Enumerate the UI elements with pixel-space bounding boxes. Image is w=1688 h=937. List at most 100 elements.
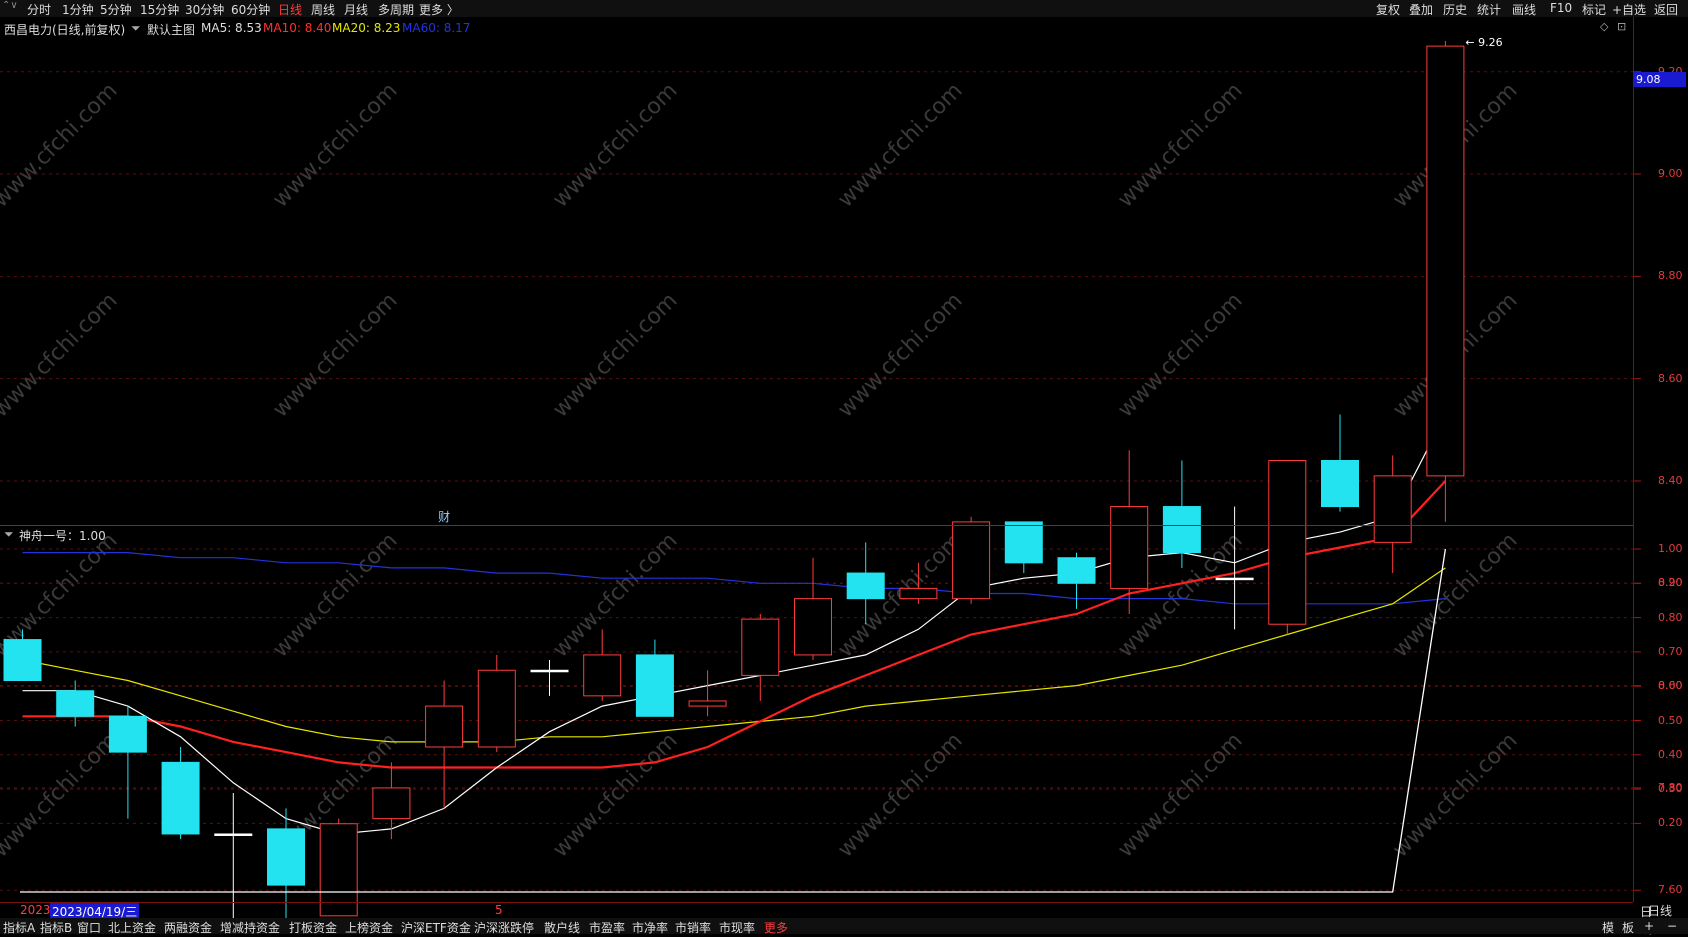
date-bar: 2023 2023/04/19/三 5 日线 — [0, 902, 1652, 936]
period-tab-2[interactable]: 5分钟 — [100, 1, 132, 18]
watermark-text: www.cfchi.com — [0, 288, 123, 422]
candle-body — [1426, 45, 1465, 477]
watermark-text: www.cfchi.com — [0, 78, 123, 212]
indicator-tick-label: 0.40 — [1658, 747, 1683, 761]
mode-board[interactable]: 板 — [1622, 919, 1634, 936]
diamond-icon[interactable]: ◇ — [1600, 20, 1608, 33]
indicator-tab-14[interactable]: 市现率 — [719, 919, 755, 936]
watermark-text: www.cfchi.com — [268, 78, 402, 212]
kline-chart[interactable]: www.cfchi.com www.cfchi.com www.cfchi.com w… — [0, 0, 1688, 934]
tool-button-1[interactable]: 叠加 — [1409, 1, 1433, 18]
tool-button-8[interactable]: 返回 — [1654, 1, 1678, 18]
watermark-text: www.cfchi.com — [1388, 528, 1522, 662]
price-tick-label: 8.40 — [1658, 473, 1683, 487]
candle-body — [1004, 521, 1043, 564]
watermark-text: www.cfchi.com — [548, 288, 682, 422]
window-menu-icon[interactable]: ⌃∨ — [2, 0, 18, 11]
period-tab-3[interactable]: 15分钟 — [140, 1, 179, 18]
period-label-right: 日线 — [1648, 904, 1673, 918]
indicator-tab-1[interactable]: 指标B — [40, 919, 72, 936]
indicator-tab-13[interactable]: 市销率 — [675, 919, 711, 936]
candle-body — [267, 828, 305, 886]
tool-button-7[interactable]: +自选 — [1612, 1, 1646, 18]
period-tab-5[interactable]: 60分钟 — [231, 1, 270, 18]
candle-body — [108, 715, 147, 753]
indicator-tab-4[interactable]: 两融资金 — [164, 919, 212, 936]
ma5-line — [22, 414, 1446, 835]
tool-button-3[interactable]: 统计 — [1477, 1, 1501, 18]
watermark-text: www.cfchi.com — [1113, 78, 1247, 212]
pane-separator — [0, 525, 1633, 526]
watermark-text: www.cfchi.com — [268, 528, 402, 662]
watermark-text: www.cfchi.com — [0, 728, 123, 862]
period-tab-8[interactable]: 月线 — [344, 1, 368, 18]
zoom-out-button[interactable]: − — [1667, 919, 1677, 933]
watermark-text: www.cfchi.com — [548, 728, 682, 862]
current-price-tag: 9.08 — [1633, 72, 1686, 87]
candle-body — [794, 598, 832, 656]
period-tab-4[interactable]: 30分钟 — [185, 1, 224, 18]
expand-icon[interactable]: ⊡ — [1617, 20, 1626, 33]
indicator-toggle-icon[interactable]: ⏷ — [4, 527, 14, 542]
tool-button-0[interactable]: 复权 — [1376, 1, 1400, 18]
indicator-tab-6[interactable]: 打板资金 — [289, 919, 337, 936]
template-toggle-icon[interactable]: ⏷ — [131, 21, 141, 36]
indicator-tab-10[interactable]: 散户线 — [544, 919, 580, 936]
watermark-text: www.cfchi.com — [1113, 288, 1247, 422]
period-tab-10[interactable]: 更多 〉 — [419, 1, 459, 18]
indicator-tab-0[interactable]: 指标A — [3, 919, 35, 936]
indicator-tab-11[interactable]: 市盈率 — [589, 919, 625, 936]
candle-body — [846, 572, 885, 600]
indicator-tick-label: 0.30 — [1658, 782, 1683, 796]
watermark-text: www.cfchi.com — [1388, 78, 1522, 212]
indicator-tab-8[interactable]: 沪深ETF资金 — [401, 919, 471, 936]
indicator-tab-7[interactable]: 上榜资金 — [345, 919, 393, 936]
tool-button-6[interactable]: 标记 — [1582, 1, 1606, 18]
indicator-tab-15[interactable]: 更多 — [764, 919, 788, 936]
tool-button-2[interactable]: 历史 — [1443, 1, 1467, 18]
finance-marker: 财 — [438, 510, 450, 524]
indicator-tab-5[interactable]: 增减持资金 — [220, 919, 280, 936]
period-tab-6[interactable]: 日线 — [278, 1, 302, 18]
indicator-tab-9[interactable]: 沪深涨跌停 — [474, 919, 534, 936]
candle-body — [56, 690, 95, 717]
indicator-title: 神舟一号：1.00 — [19, 529, 106, 543]
indicator-line — [20, 548, 1447, 893]
watermark-text: www.cfchi.com — [268, 288, 402, 422]
watermark-text: www.cfchi.com — [0, 528, 123, 662]
candle-body — [1110, 506, 1149, 589]
watermark-text: www.cfchi.com — [1388, 288, 1522, 422]
indicator-tab-3[interactable]: 北上资金 — [108, 919, 156, 936]
indicator-tick-label: 1.00 — [1658, 542, 1683, 555]
watermark-text: www.cfchi.com — [833, 288, 967, 422]
indicator-tab-12[interactable]: 市净率 — [632, 919, 668, 936]
period-tab-7[interactable]: 周线 — [311, 1, 335, 18]
candle-body — [688, 700, 727, 707]
watermark-text: www.cfchi.com — [1388, 728, 1522, 862]
indicator-tabbar: 指标A 指标B 窗口 北上资金 两融资金 增减持资金 打板资金 上榜资金 沪深ETF资金 沪深涨跌… — [0, 918, 1688, 936]
zoom-in-button[interactable]: + — [1644, 919, 1654, 933]
candle-body — [3, 639, 42, 682]
candle-body — [372, 787, 411, 820]
price-tick-label: 7.60 — [1658, 883, 1683, 897]
template-label[interactable]: 默认主图 — [147, 21, 195, 38]
indicator-tab-2[interactable]: 窗口 — [77, 919, 101, 936]
candle-body — [952, 521, 991, 600]
period-tab-9[interactable]: 多周期 — [378, 1, 414, 18]
indicator-tick-label: 0.60 — [1658, 679, 1683, 693]
candle-body — [1321, 460, 1359, 508]
watermark-text: www.cfchi.com — [548, 78, 682, 212]
indicator-tick-label: 0.70 — [1658, 644, 1683, 658]
tool-button-4[interactable]: 画线 — [1512, 1, 1536, 18]
ma20-value: MA20: 8.23 — [332, 21, 401, 35]
tool-button-5[interactable]: F10 — [1550, 1, 1572, 15]
mode-template[interactable]: 模 — [1602, 919, 1614, 936]
candle-body — [635, 654, 674, 717]
period-tab-0[interactable]: 分时 — [27, 1, 51, 18]
candle-body — [425, 705, 464, 748]
ma10-line — [22, 480, 1447, 769]
price-tick-label: 8.80 — [1658, 269, 1683, 283]
price-tick-label: 8.60 — [1658, 371, 1683, 385]
period-tab-1[interactable]: 1分钟 — [62, 1, 94, 18]
ma5-value: MA5: 8.53 — [201, 21, 262, 35]
